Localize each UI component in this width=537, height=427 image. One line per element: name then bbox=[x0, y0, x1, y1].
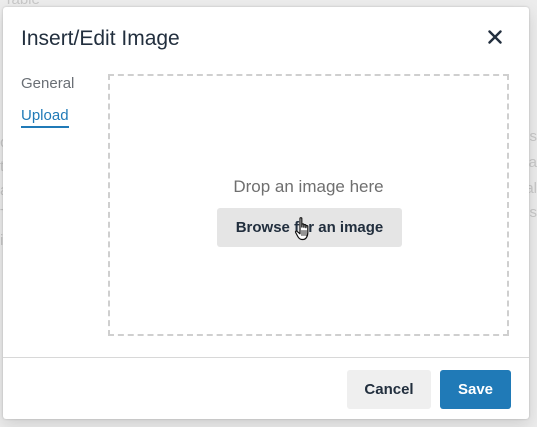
cancel-button[interactable]: Cancel bbox=[347, 370, 431, 409]
insert-edit-image-dialog: Insert/Edit Image General Upload Drop an… bbox=[3, 7, 529, 419]
background-text: s bbox=[529, 204, 537, 221]
close-button[interactable] bbox=[483, 25, 507, 49]
close-icon bbox=[488, 30, 502, 44]
image-dropzone[interactable]: Drop an image here Browse for an image bbox=[108, 74, 509, 336]
dialog-title: Insert/Edit Image bbox=[21, 27, 180, 50]
tab-general[interactable]: General bbox=[21, 75, 91, 93]
dialog-tabs: General Upload bbox=[21, 75, 91, 142]
footer-divider bbox=[3, 357, 529, 358]
tab-upload[interactable]: Upload bbox=[21, 107, 69, 128]
dropzone-prompt: Drop an image here bbox=[233, 177, 384, 196]
browse-image-button[interactable]: Browse for an image bbox=[217, 208, 402, 247]
save-button[interactable]: Save bbox=[440, 370, 511, 409]
